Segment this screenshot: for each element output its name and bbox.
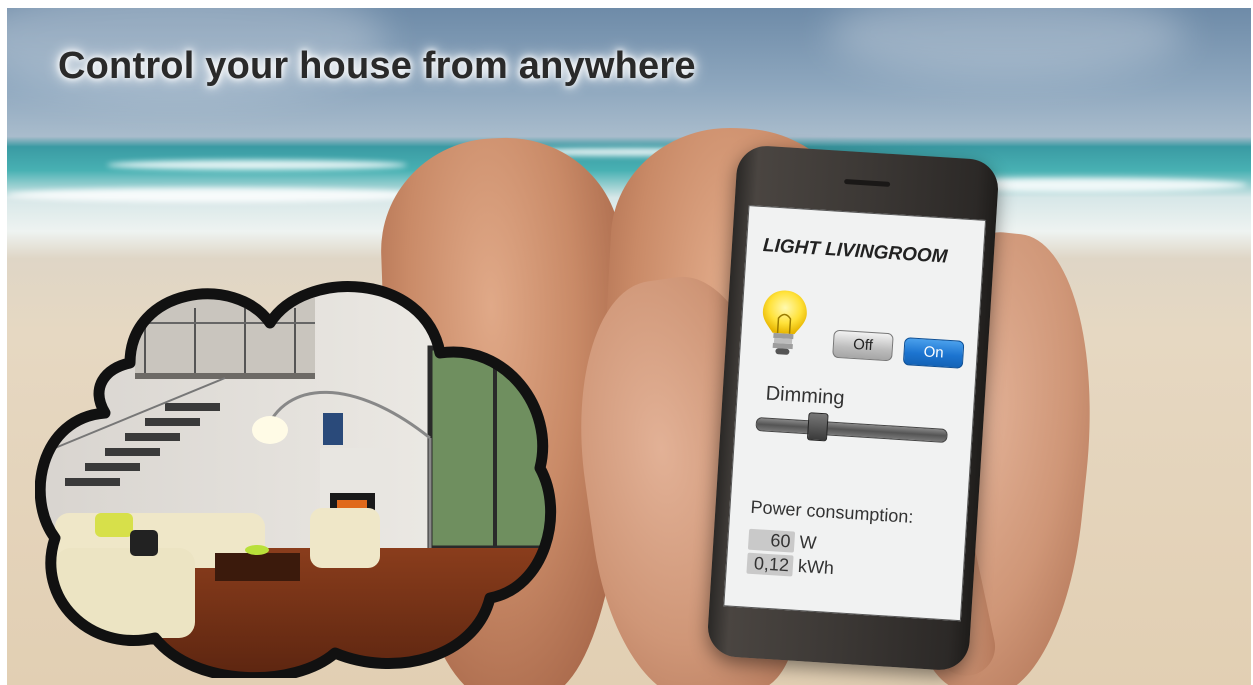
- power-unit: W: [798, 531, 818, 553]
- headline: Control your house from anywhere: [58, 45, 696, 87]
- power-readout: 60 W: [747, 528, 818, 554]
- energy-value: 0,12: [746, 552, 794, 577]
- light-bulb-icon: [762, 290, 807, 355]
- phone-speaker: [844, 179, 891, 187]
- phone-screen: LIGHT LIVINGROOM Off On Dimming Power co…: [723, 205, 987, 622]
- dimming-slider-thumb[interactable]: [806, 412, 829, 442]
- living-room-thought-cloud: [35, 281, 557, 678]
- dimming-label: Dimming: [765, 382, 846, 410]
- device-title: LIGHT LIVINGROOM: [762, 235, 949, 268]
- power-value: 60: [747, 528, 796, 553]
- smartphone: LIGHT LIVINGROOM Off On Dimming Power co…: [706, 144, 1000, 672]
- off-button[interactable]: Off: [832, 329, 894, 362]
- on-button[interactable]: On: [902, 337, 965, 369]
- power-consumption-label: Power consumption:: [749, 496, 914, 527]
- energy-unit: kWh: [797, 555, 835, 579]
- dimming-slider-track[interactable]: [755, 416, 948, 443]
- energy-readout: 0,12 kWh: [746, 552, 835, 579]
